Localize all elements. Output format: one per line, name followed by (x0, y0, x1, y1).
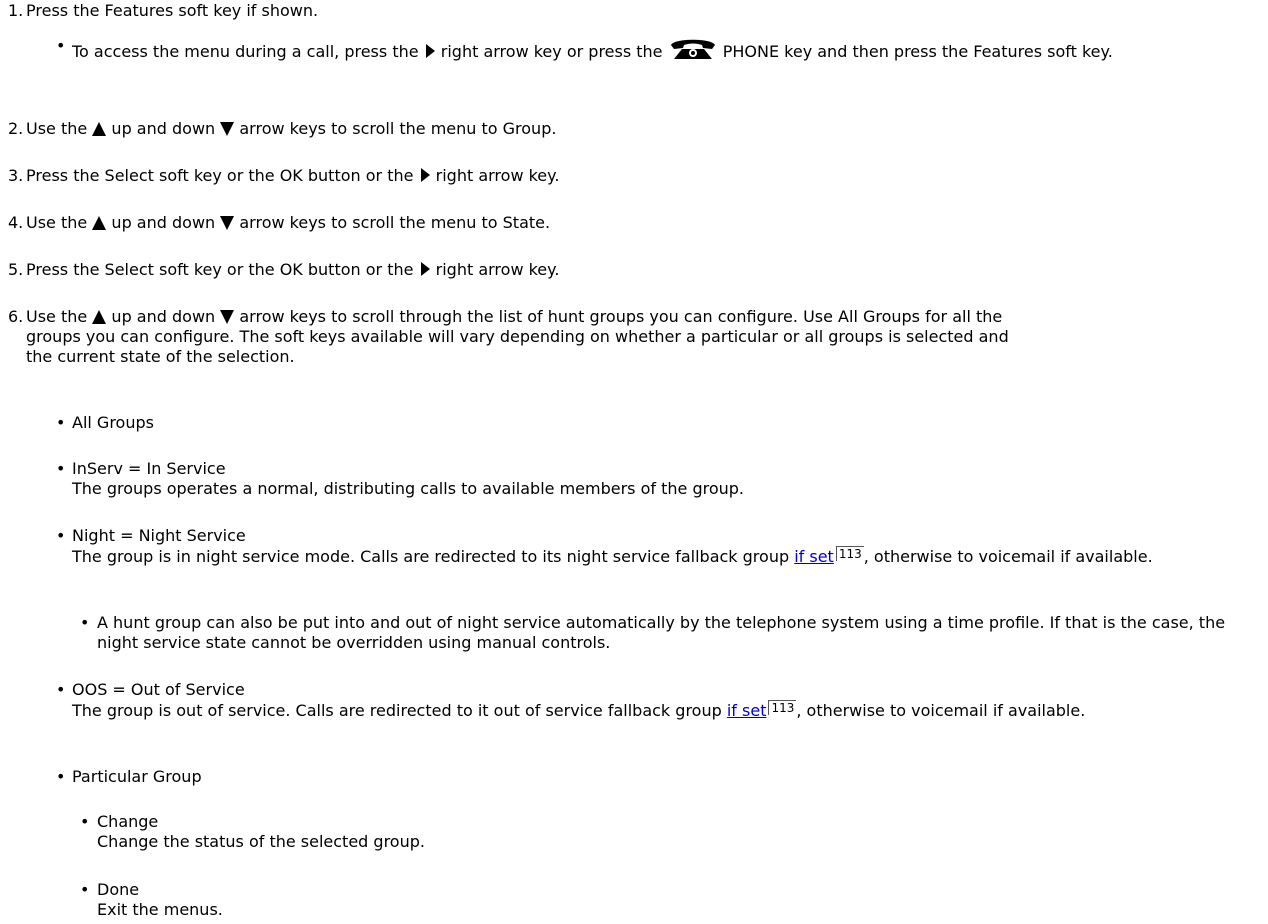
step-1-bullet: • To access the menu during a call, pres… (0, 36, 1268, 62)
right-arrow-icon (420, 262, 430, 276)
down-arrow-icon (220, 310, 235, 324)
step-number: 6. (8, 307, 24, 326)
item-title: Particular Group (72, 767, 202, 786)
bullet: • (56, 459, 66, 478)
step-text-post: right arrow key. (435, 166, 560, 185)
item-description: Exit the menus. (97, 900, 223, 919)
list-item-night-note: • A hunt group can also be put into and … (0, 613, 1257, 653)
bullet: • (56, 767, 66, 786)
item-description-pre: The group is in night service mode. Call… (72, 547, 790, 566)
bullet: • (56, 36, 66, 55)
if-set-link[interactable]: if set (727, 701, 767, 720)
down-arrow-icon (220, 216, 235, 230)
bullet-text-post: PHONE key and then press the Features so… (722, 42, 1113, 61)
step-text-mid: up and down (111, 307, 216, 326)
up-arrow-icon (92, 216, 107, 230)
list-item-change: • Change Change the status of the select… (0, 812, 1257, 852)
step-number: 3. (8, 166, 24, 185)
down-arrow-icon (220, 122, 235, 136)
up-arrow-icon (92, 310, 107, 324)
step-4: 4. Use the up and down arrow keys to scr… (0, 213, 1268, 233)
step-number: 2. (8, 119, 24, 138)
step-number: 1. (8, 1, 24, 20)
item-description: The groups operates a normal, distributi… (72, 479, 744, 498)
item-title: Night = Night Service (72, 526, 246, 545)
list-item-done: • Done Exit the menus. (0, 880, 1257, 920)
step-number: 4. (8, 213, 24, 232)
step-number: 5. (8, 260, 24, 279)
list-item-oos: • OOS = Out of Service The group is out … (0, 680, 1222, 721)
bullet: • (56, 413, 66, 432)
step-text-pre: Press the Select soft key or the OK butt… (26, 260, 414, 279)
item-description-post: , otherwise to voicemail if available. (863, 547, 1153, 566)
step-text-pre: Use the (26, 307, 88, 326)
bullet: • (80, 812, 90, 831)
step-6: 6. Use the up and down arrow keys to scr… (0, 307, 1026, 367)
list-item-inserv: • InServ = In Service The groups operate… (0, 459, 1268, 499)
step-text: Press the Features soft key if shown. (26, 1, 319, 20)
step-text-pre: Use the (26, 213, 88, 232)
note-text: A hunt group can also be put into and ou… (97, 613, 1226, 652)
step-text-post: right arrow key. (435, 260, 560, 279)
bullet-text-mid: right arrow key or press the (440, 42, 663, 61)
right-arrow-icon (425, 44, 435, 58)
item-title: Done (97, 880, 140, 899)
step-3: 3. Press the Select soft key or the OK b… (0, 166, 1268, 186)
step-text-pre: Press the Select soft key or the OK butt… (26, 166, 414, 185)
step-2: 2. Use the up and down arrow keys to scr… (0, 119, 1268, 139)
step-5: 5. Press the Select soft key or the OK b… (0, 260, 1268, 280)
item-description-post: , otherwise to voicemail if available. (796, 701, 1086, 720)
list-item-particular-group: • Particular Group (0, 767, 1268, 787)
if-set-link[interactable]: if set (794, 547, 834, 566)
right-arrow-icon (420, 168, 430, 182)
step-text-post: arrow keys to scroll the menu to Group. (239, 119, 557, 138)
list-item-all-groups: • All Groups (0, 413, 1268, 433)
item-description-pre: The group is out of service. Calls are r… (72, 701, 722, 720)
item-title: OOS = Out of Service (72, 680, 245, 699)
item-title: Change (97, 812, 159, 831)
step-text-post: arrow keys to scroll the menu to State. (239, 213, 551, 232)
bullet: • (80, 880, 90, 899)
step-text-mid: up and down (111, 119, 216, 138)
step-text-mid: up and down (111, 213, 216, 232)
up-arrow-icon (92, 122, 107, 136)
item-title: InServ = In Service (72, 459, 226, 478)
list-item-night: • Night = Night Service The group is in … (0, 526, 1232, 567)
step-text-pre: Use the (26, 119, 88, 138)
bullet: • (80, 613, 90, 632)
bullet: • (56, 680, 66, 699)
phone-icon (670, 39, 715, 59)
page-reference[interactable]: 113 (768, 700, 797, 715)
page-reference[interactable]: 113 (835, 546, 864, 561)
bullet: • (56, 526, 66, 545)
item-title: All Groups (72, 413, 154, 432)
step-1: 1. Press the Features soft key if shown. (0, 1, 1268, 21)
bullet-text-pre: To access the menu during a call, press … (72, 42, 419, 61)
item-description: Change the status of the selected group. (97, 832, 425, 851)
